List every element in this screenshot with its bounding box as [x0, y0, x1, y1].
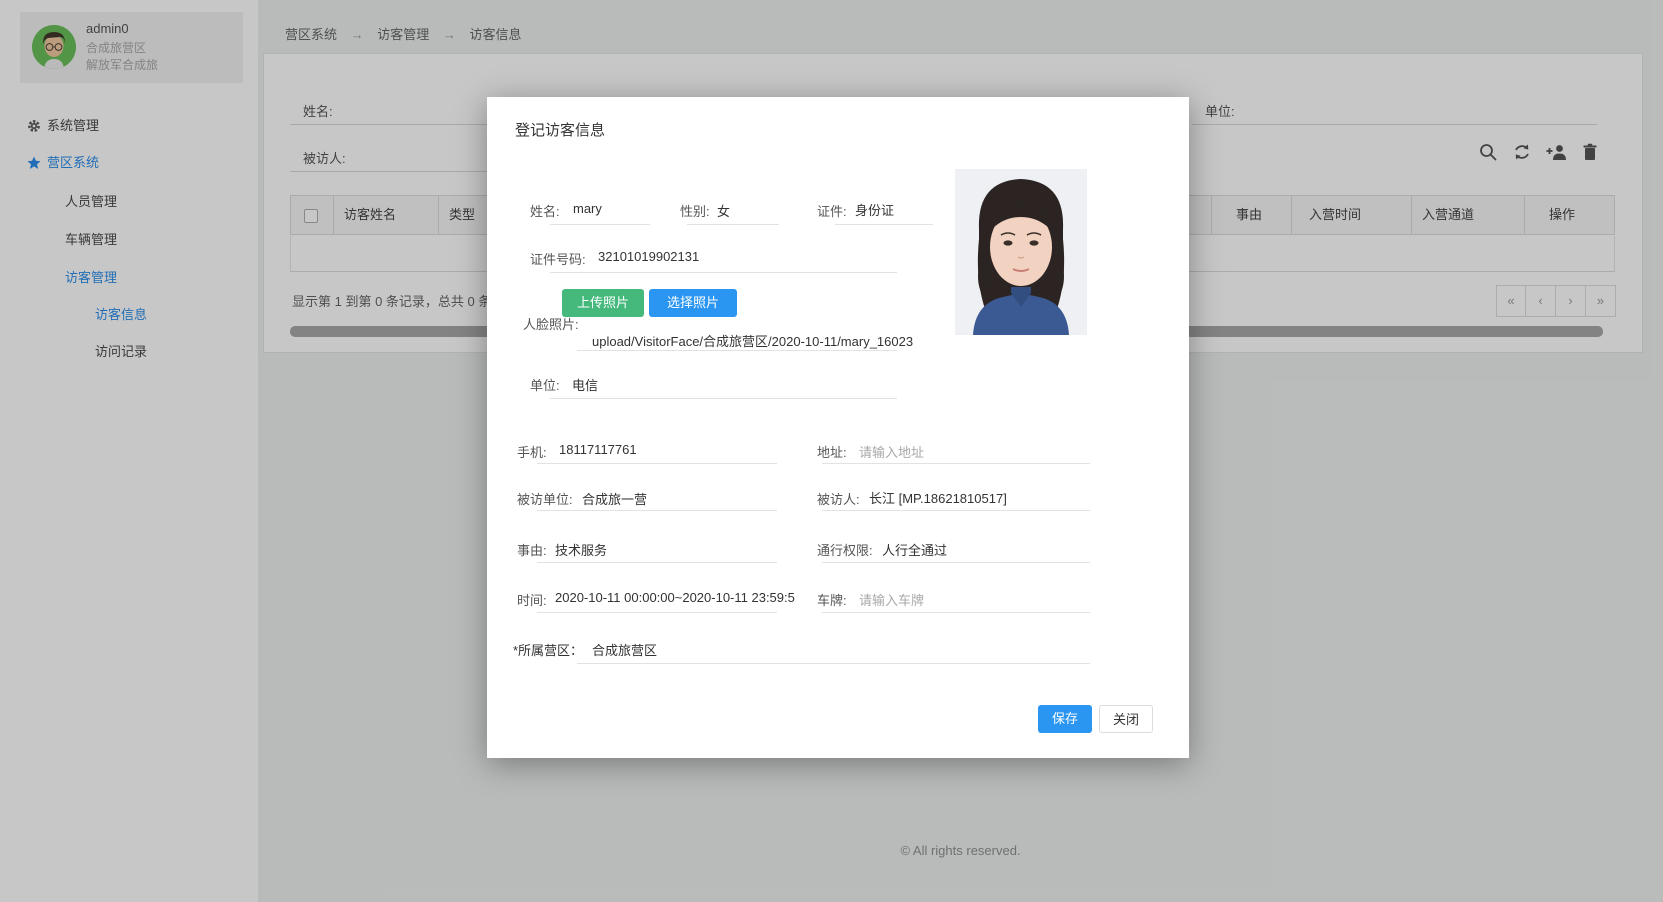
permission-field[interactable]: 人行全通过 — [882, 540, 947, 559]
id-number-underline — [550, 272, 897, 273]
visited-unit-label: 被访单位: — [517, 489, 573, 508]
reason-label: 事由: — [517, 540, 547, 559]
visited-person-label: 被访人: — [817, 489, 860, 508]
choose-photo-button[interactable]: 选择照片 — [649, 289, 737, 317]
visited-unit-underline — [537, 510, 777, 511]
gender-underline — [687, 224, 779, 225]
reason-underline — [537, 562, 777, 563]
name-field[interactable]: mary — [573, 201, 602, 216]
plate-field[interactable]: 请输入车牌 — [859, 590, 924, 609]
id-type-label: 证件: — [817, 201, 847, 220]
unit-label: 单位: — [530, 375, 560, 394]
permission-underline — [822, 562, 1090, 563]
close-button[interactable]: 关闭 — [1099, 705, 1153, 733]
name-underline — [550, 224, 650, 225]
plate-underline — [822, 612, 1090, 613]
id-type-field[interactable]: 身份证 — [855, 200, 894, 219]
time-field[interactable]: 2020-10-11 00:00:00~2020-10-11 23:59:59 — [555, 590, 795, 605]
visited-person-field[interactable]: 长江 [MP.18621810517] — [869, 488, 1007, 507]
reason-field[interactable]: 技术服务 — [555, 540, 607, 559]
camp-field[interactable]: 合成旅营区 — [592, 640, 657, 659]
time-underline — [537, 612, 777, 613]
phone-field[interactable]: 18117117761 — [559, 442, 637, 457]
address-label: 地址: — [817, 442, 847, 461]
plate-label: 车牌: — [817, 590, 847, 609]
upload-photo-button[interactable]: 上传照片 — [562, 289, 644, 317]
face-photo-path-field[interactable]: upload/VisitorFace/合成旅营区/2020-10-11/mary… — [592, 331, 913, 350]
permission-label: 通行权限: — [817, 540, 873, 559]
save-button[interactable]: 保存 — [1038, 705, 1092, 733]
page: admin0 合成旅营区 解放军合成旅 系统管理 营区系统 — [0, 0, 1663, 902]
visited-person-underline — [822, 510, 1090, 511]
id-number-label: 证件号码: — [530, 249, 586, 268]
register-visitor-dialog: 登记访客信息 姓名: mary 性别: 女 证件: 身份证 — [487, 97, 1189, 758]
gender-field[interactable]: 女 — [717, 201, 730, 220]
camp-label: *所属营区： — [513, 640, 583, 659]
address-underline — [822, 463, 1090, 464]
unit-field[interactable]: 电信 — [572, 375, 598, 394]
visited-unit-field[interactable]: 合成旅一营 — [582, 489, 647, 508]
face-photo-underline — [577, 350, 897, 351]
id-type-underline — [835, 224, 933, 225]
camp-underline — [577, 663, 1090, 664]
phone-underline — [537, 463, 777, 464]
visitor-photo — [955, 169, 1087, 335]
unit-underline — [550, 398, 897, 399]
id-number-field[interactable]: 32101019902131 — [598, 249, 699, 264]
phone-label: 手机: — [517, 442, 547, 461]
address-field[interactable]: 请输入地址 — [859, 442, 924, 461]
time-label: 时间: — [517, 590, 547, 609]
gender-label: 性别: — [680, 201, 710, 220]
name-label: 姓名: — [530, 201, 560, 220]
dialog-title: 登记访客信息 — [515, 119, 605, 140]
